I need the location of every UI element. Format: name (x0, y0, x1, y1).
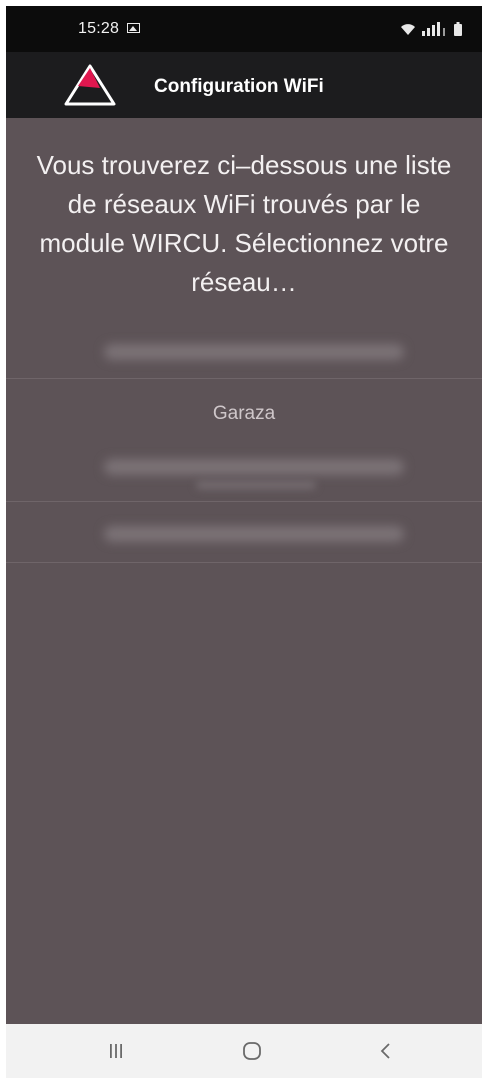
instructions-text: Vous trouverez ci–dessous une liste de r… (36, 150, 452, 297)
redacted-network-detail (196, 481, 316, 489)
system-nav-bar (6, 1024, 482, 1078)
back-button[interactable] (346, 1024, 426, 1078)
page-title: Configuration WiFi (154, 76, 324, 97)
gallery-icon (127, 23, 140, 33)
status-icons (400, 20, 462, 36)
redacted-network-name (104, 459, 404, 475)
app-logo-icon (64, 64, 116, 106)
phone-screen: 15:28 Configuration WiFi Vous trouverez … (6, 6, 482, 1078)
network-name: Garaza (212, 403, 276, 424)
redacted-network-name (104, 344, 404, 360)
recent-apps-icon (110, 1044, 122, 1058)
back-icon (380, 1043, 390, 1059)
network-list-item[interactable] (6, 502, 482, 563)
app-bar: Configuration WiFi (6, 52, 482, 118)
home-button[interactable] (212, 1024, 292, 1078)
status-bar: 15:28 (6, 6, 482, 52)
home-icon (243, 1042, 261, 1060)
network-list-item[interactable] (6, 322, 482, 379)
recent-apps-button[interactable] (76, 1024, 156, 1078)
status-time: 15:28 (78, 20, 120, 37)
battery-icon (454, 22, 462, 36)
signal-icon (422, 22, 445, 36)
redacted-network-name (104, 526, 404, 542)
network-list-item[interactable]: Garaza (6, 379, 482, 502)
wifi-icon (401, 24, 415, 35)
